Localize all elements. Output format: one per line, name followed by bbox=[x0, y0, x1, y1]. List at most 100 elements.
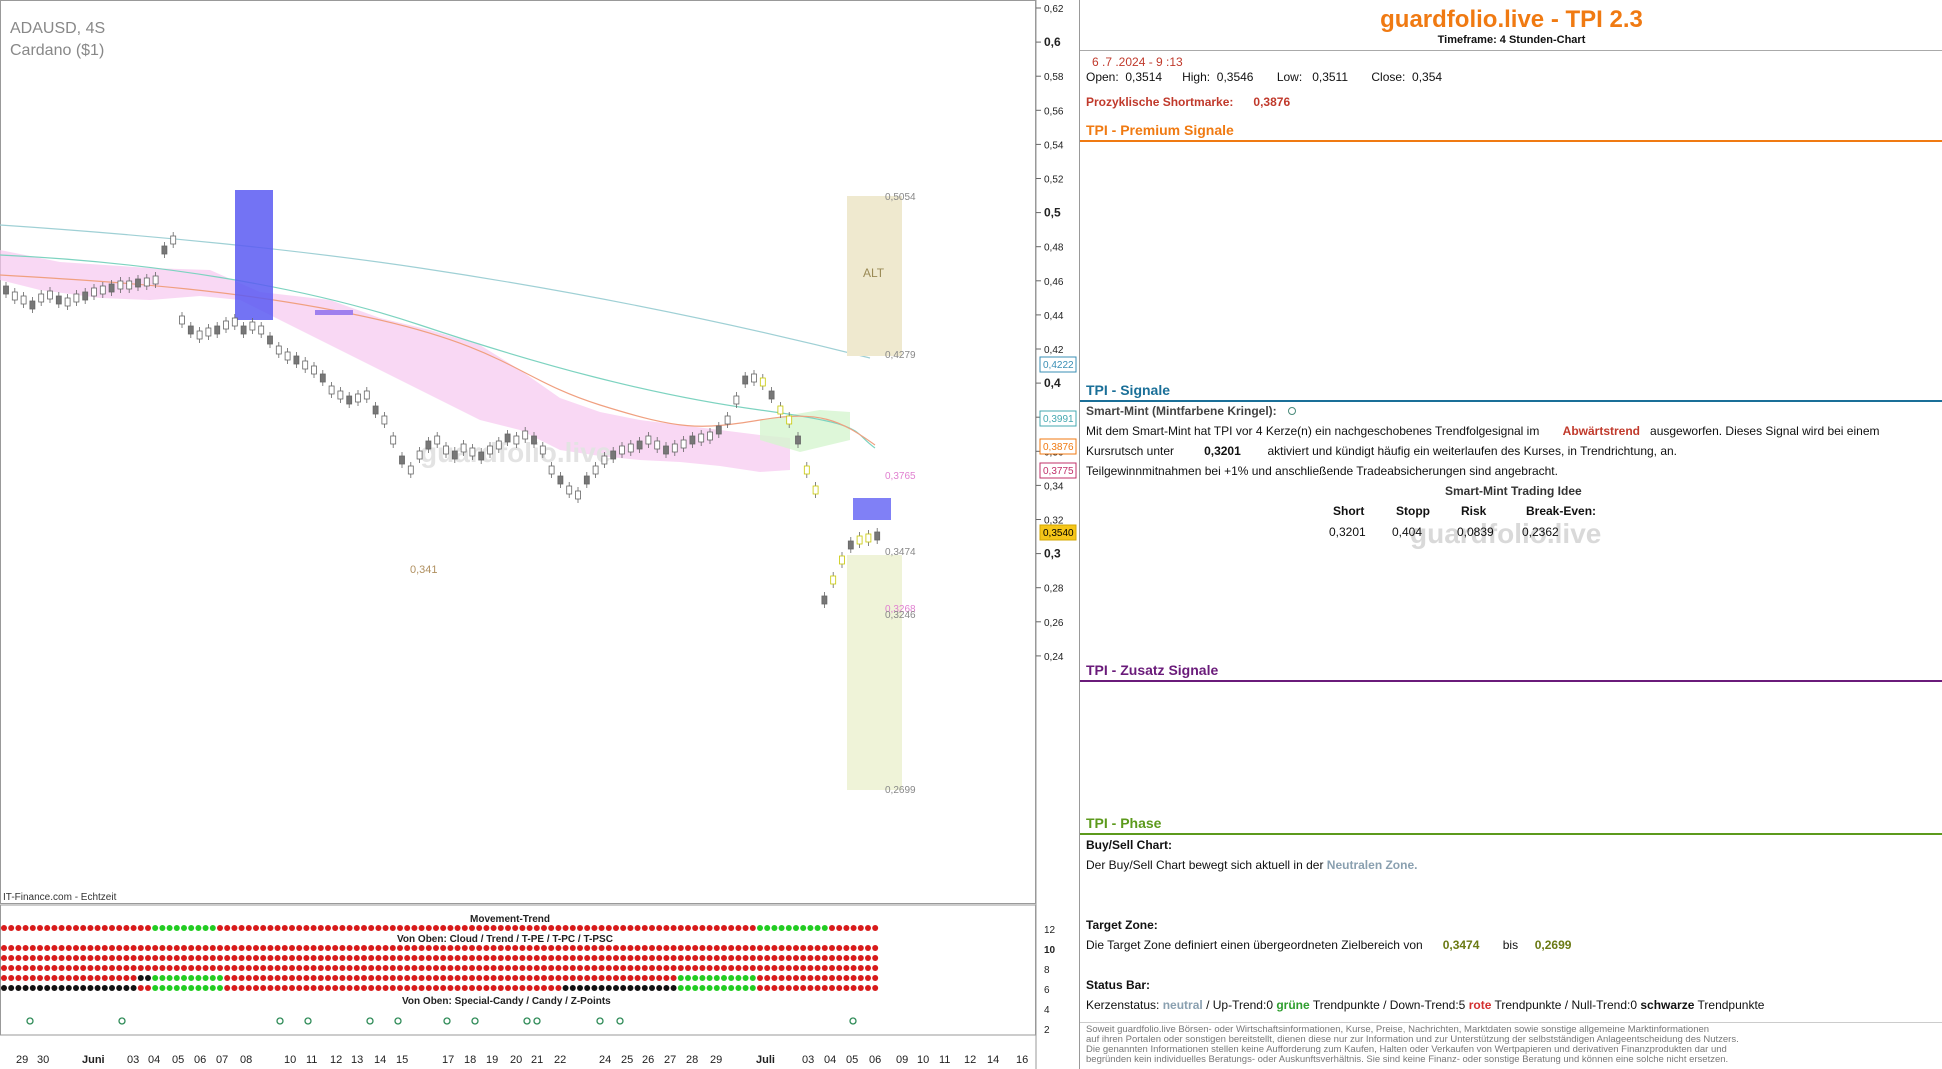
trend-dot bbox=[58, 975, 65, 981]
trend-dot bbox=[821, 965, 828, 971]
trend-dot bbox=[310, 975, 317, 981]
x-axis-label: 11 bbox=[306, 1054, 317, 1066]
level-label: 0,3474 bbox=[885, 547, 916, 558]
trend-dot bbox=[260, 965, 267, 971]
trend-dot bbox=[274, 985, 281, 991]
candle-body bbox=[847, 540, 854, 550]
data-source: IT-Finance.com - Echtzeit bbox=[3, 892, 117, 903]
trend-dot bbox=[440, 945, 447, 951]
candle-body bbox=[539, 445, 546, 455]
trend-dot bbox=[238, 945, 245, 951]
candle-body bbox=[777, 405, 784, 415]
x-axis-label: 06 bbox=[194, 1054, 206, 1066]
trend-dot bbox=[368, 925, 375, 931]
x-axis-label: 20 bbox=[510, 1054, 522, 1066]
trend-dot bbox=[73, 965, 79, 971]
trend-dot bbox=[764, 965, 771, 971]
trend-dot bbox=[584, 955, 591, 961]
trend-dot bbox=[505, 955, 511, 961]
x-axis-label: 08 bbox=[240, 1054, 252, 1066]
high-value: 0,3546 bbox=[1216, 70, 1254, 84]
trend-dot bbox=[382, 955, 389, 961]
trend-dot bbox=[598, 955, 605, 961]
trend-dot bbox=[577, 925, 583, 931]
trend-dot bbox=[872, 975, 879, 981]
y-tick-label: 0,52 bbox=[1044, 175, 1064, 186]
trend-dot bbox=[562, 965, 569, 971]
trend-dot bbox=[742, 925, 749, 931]
trend-dot bbox=[778, 965, 785, 971]
trend-dot bbox=[152, 945, 159, 951]
trend-dot bbox=[245, 975, 252, 981]
trend-dot bbox=[361, 965, 367, 971]
trend-dot bbox=[303, 955, 310, 961]
trend-dot bbox=[101, 975, 108, 981]
trend-dot bbox=[123, 925, 130, 931]
target-bis: bis bbox=[1502, 938, 1519, 952]
trend-dot bbox=[281, 975, 288, 981]
buysell-line: Der Buy/Sell Chart bewegt sich aktuell i… bbox=[1086, 858, 1417, 872]
trend-dot bbox=[461, 965, 468, 971]
trend-dot bbox=[764, 945, 771, 951]
price-chart[interactable]: 0,620,60,580,560,540,520,50,480,460,440,… bbox=[0, 0, 1079, 1069]
candle-body bbox=[434, 435, 441, 445]
trend-dot bbox=[785, 975, 792, 981]
trend-dot bbox=[361, 985, 367, 991]
trend-dot bbox=[605, 965, 612, 971]
trend-dot bbox=[224, 925, 231, 931]
trend-dot bbox=[253, 955, 259, 961]
trend-dot bbox=[706, 925, 713, 931]
trend-dot bbox=[728, 975, 735, 981]
trend-dot bbox=[245, 945, 252, 951]
open-label: Open: bbox=[1086, 70, 1119, 84]
trend-dot bbox=[865, 965, 871, 971]
trend-dot bbox=[217, 975, 223, 981]
candle-body bbox=[126, 280, 133, 290]
trend-dot bbox=[843, 955, 850, 961]
candle-body bbox=[856, 535, 863, 545]
trend-dot bbox=[15, 945, 22, 951]
trend-dot bbox=[605, 945, 612, 951]
trend-dot bbox=[15, 925, 22, 931]
trend-dot bbox=[29, 945, 36, 951]
indicator-y-label: 8 bbox=[1044, 965, 1050, 976]
trend-dot bbox=[361, 945, 367, 951]
candle-body bbox=[619, 445, 625, 455]
indicator-y-label: 6 bbox=[1044, 985, 1050, 996]
trend-dot bbox=[742, 945, 749, 951]
trend-dot bbox=[73, 945, 79, 951]
trend-dot bbox=[713, 925, 720, 931]
trend-dot bbox=[843, 965, 850, 971]
trend-dot bbox=[145, 985, 151, 991]
y-tick-label: 0,3 bbox=[1044, 547, 1061, 561]
trend-dot bbox=[87, 975, 94, 981]
trend-dot bbox=[814, 985, 821, 991]
trend-dot bbox=[195, 985, 202, 991]
trend-dot bbox=[649, 985, 655, 991]
trend-dot bbox=[65, 985, 72, 991]
trend-dot bbox=[73, 975, 79, 981]
smart-mint-text2a: Kursrutsch unter bbox=[1086, 444, 1175, 458]
trend-dot bbox=[613, 975, 619, 981]
trend-dot bbox=[375, 925, 382, 931]
chart-area[interactable]: 0,62 0,6 0,58 0,56 0,54 0,52 0,5 0,48 0,46 0,44 0,… bbox=[0, 0, 1079, 1069]
trend-dot bbox=[173, 965, 180, 971]
trend-dot bbox=[663, 985, 670, 991]
trend-dot bbox=[800, 925, 807, 931]
trend-dot bbox=[454, 925, 461, 931]
y-tick-label: 0,34 bbox=[1044, 481, 1064, 492]
trend-dot bbox=[461, 955, 468, 961]
trend-dot bbox=[173, 985, 180, 991]
trend-dot bbox=[490, 945, 497, 951]
trend-dot bbox=[361, 925, 367, 931]
trend-dot bbox=[706, 965, 713, 971]
trend-dot bbox=[598, 925, 605, 931]
trend-dot bbox=[555, 975, 562, 981]
trend-dot bbox=[814, 955, 821, 961]
candle-body bbox=[38, 293, 45, 303]
trend-dot bbox=[123, 965, 130, 971]
trend-dot bbox=[281, 985, 288, 991]
trend-dot bbox=[771, 975, 778, 981]
trend-dot bbox=[843, 975, 850, 981]
trend-dot bbox=[836, 925, 843, 931]
